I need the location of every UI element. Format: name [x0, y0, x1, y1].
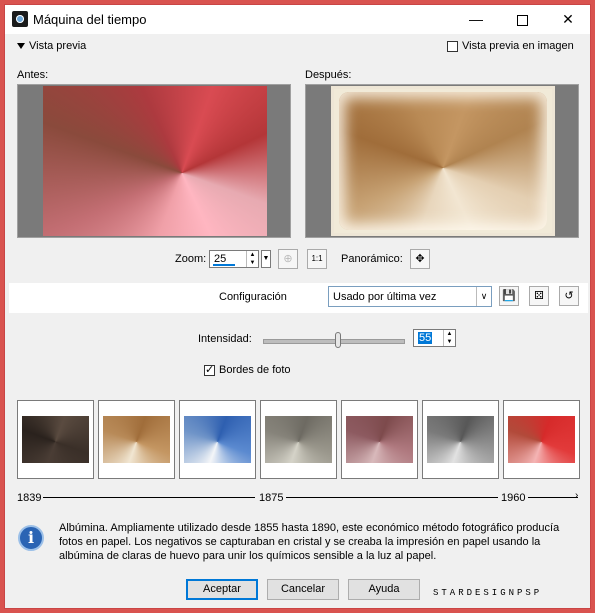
- time-machine-dialog: Máquina del tiempo — ✕ Vista previa Vist…: [4, 4, 591, 609]
- preset-black-white[interactable]: [422, 400, 499, 479]
- app-icon: [12, 11, 28, 27]
- preset-daguerreotype[interactable]: [17, 400, 94, 479]
- ok-button[interactable]: Aceptar: [186, 579, 258, 600]
- preset-albumen[interactable]: [98, 400, 175, 479]
- intensity-value: 55: [418, 332, 433, 344]
- close-button[interactable]: ✕: [545, 5, 590, 34]
- after-image: [331, 86, 555, 236]
- image-preview-label: Vista previa en imagen: [462, 40, 574, 52]
- intensity-slider[interactable]: [263, 339, 405, 344]
- zoom-dropdown[interactable]: ▼: [261, 250, 271, 268]
- preset-autochrome[interactable]: [341, 400, 418, 479]
- info-description: Albúmina. Ampliamente utilizado desde 18…: [59, 522, 560, 562]
- preset-platinum[interactable]: [260, 400, 337, 479]
- preview-toggle[interactable]: Vista previa: [17, 40, 86, 52]
- collapse-arrow-icon: [17, 43, 25, 50]
- chevron-down-icon: ∨: [476, 287, 491, 306]
- save-preset-button[interactable]: 💾: [499, 286, 519, 306]
- pan-button[interactable]: ✥: [410, 249, 430, 269]
- intensity-slider-thumb[interactable]: [335, 332, 341, 348]
- timeline-mid: 1875: [259, 492, 284, 504]
- image-preview-checkbox[interactable]: Vista previa en imagen: [447, 40, 574, 52]
- intensity-label: Intensidad:: [198, 333, 252, 345]
- cancel-button[interactable]: Cancelar: [267, 579, 339, 600]
- before-image: [43, 86, 267, 236]
- minimize-button[interactable]: —: [453, 5, 499, 34]
- checkbox-icon: [447, 40, 458, 52]
- before-preview[interactable]: [17, 84, 291, 238]
- timeline-arrow-icon: ›: [575, 490, 579, 501]
- timeline-start: 1839: [17, 492, 42, 504]
- timeline-line-left: [43, 497, 255, 498]
- timeline-line-end: [528, 497, 578, 498]
- preview-toggle-label: Vista previa: [29, 40, 87, 52]
- config-label: Configuración: [219, 291, 287, 303]
- zoom-actual-size-button[interactable]: 1:1: [307, 249, 327, 269]
- spinner-arrows-icon[interactable]: ▲ ▼: [246, 251, 258, 267]
- info-icon: i: [18, 525, 44, 551]
- maximize-icon: [516, 14, 528, 26]
- checkbox-checked-icon: [204, 363, 215, 376]
- after-label: Después:: [305, 69, 352, 81]
- maximize-button[interactable]: [499, 5, 545, 34]
- help-button[interactable]: Ayuda: [348, 579, 420, 600]
- zoom-label: Zoom:: [175, 253, 207, 265]
- config-selected: Usado por última vez: [333, 291, 437, 303]
- preset-color[interactable]: [503, 400, 580, 479]
- zoom-to-fit-button[interactable]: ⊕: [278, 249, 298, 269]
- preset-cyanotype[interactable]: [179, 400, 256, 479]
- photo-edges-checkbox[interactable]: Bordes de foto: [204, 363, 291, 376]
- config-select[interactable]: Usado por última vez ∨: [328, 286, 492, 307]
- window-title: Máquina del tiempo: [33, 12, 147, 27]
- photo-edges-label: Bordes de foto: [219, 364, 291, 376]
- zoom-spinner[interactable]: 25 ▲ ▼: [209, 250, 259, 268]
- pan-label: Panorámico:: [341, 253, 403, 265]
- timeline-end: 1960: [501, 492, 526, 504]
- title-bar: Máquina del tiempo — ✕: [5, 5, 590, 34]
- spinner-arrows-icon[interactable]: ▲ ▼: [443, 330, 455, 346]
- randomize-button[interactable]: ⚄: [529, 286, 549, 306]
- watermark: STARDESIGNPSP: [433, 588, 543, 598]
- intensity-spinner[interactable]: 55 ▲ ▼: [413, 329, 456, 347]
- before-label: Antes:: [17, 69, 49, 81]
- after-preview[interactable]: [305, 84, 579, 238]
- reset-button[interactable]: ↺: [559, 286, 579, 306]
- timeline-line-right: [286, 497, 498, 498]
